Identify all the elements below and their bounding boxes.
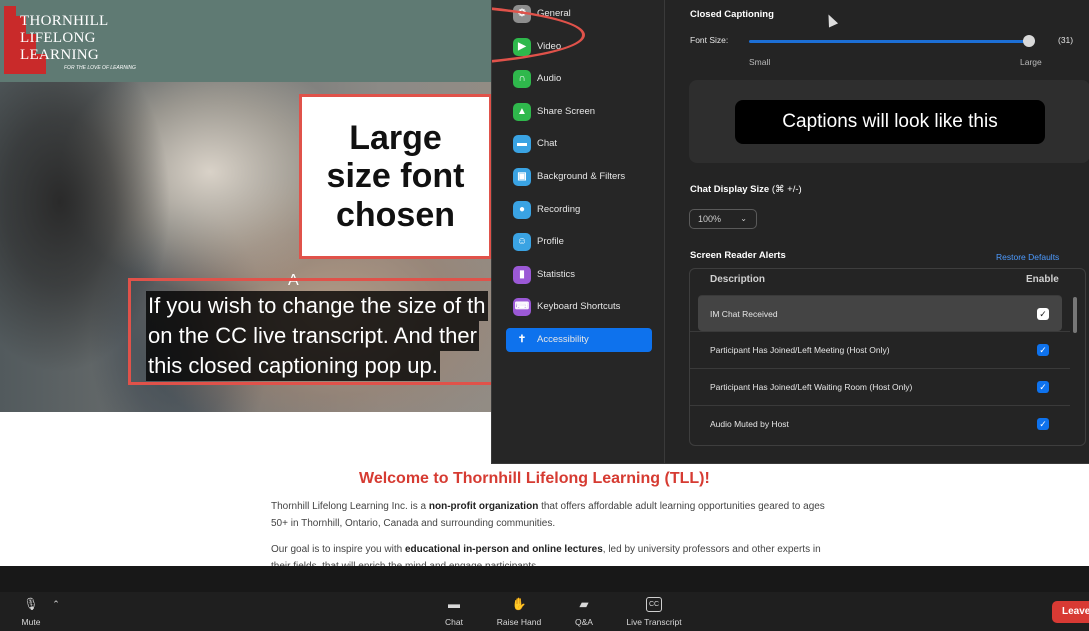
sidebar-item-audio[interactable]: ∩ Audio [506, 67, 652, 91]
live-caption-overlay: If you wish to change the size of th on … [128, 278, 494, 385]
screen-reader-alerts-heading: Screen Reader Alerts [690, 250, 786, 261]
sidebar-item-label: Audio [537, 73, 562, 85]
background-icon: ▣ [513, 168, 531, 186]
closed-captioning-heading: Closed Captioning [690, 9, 774, 20]
font-size-large-label: Large [1020, 57, 1042, 67]
recording-icon: ● [513, 200, 531, 219]
callout-text: Large size font chosen [326, 119, 465, 234]
table-row: Audio Muted by Host ✓ [690, 405, 1070, 441]
microphone-icon: 🎙 [23, 597, 39, 611]
column-header-enable: Enable [1026, 274, 1059, 285]
sidebar-item-background-filters[interactable]: ▣ Background & Filters [506, 165, 652, 189]
enable-checkbox[interactable]: ✓ [1037, 344, 1049, 356]
caption-line: this closed captioning pop up. [146, 351, 440, 381]
restore-defaults-link[interactable]: Restore Defaults [996, 252, 1059, 262]
settings-window: ⚙ General ▶ Video ∩ Audio ▲ Share Screen ▬ Chat ▣ B… [491, 0, 1089, 464]
welcome-heading: Welcome to Thornhill Lifelong Learning (… [359, 470, 710, 487]
screen-reader-alerts-table: Description Enable IM Chat Received ✓ Part… [689, 268, 1086, 446]
chat-icon: ▬ [513, 135, 531, 154]
leave-button[interactable]: Leave [1052, 601, 1089, 623]
font-size-small-label: Small [749, 57, 771, 67]
sidebar-item-chat[interactable]: ▬ Chat [506, 132, 652, 156]
chevron-up-icon: ⌃ [52, 599, 60, 609]
table-row: Participant Has Joined/Left Waiting Room… [690, 368, 1070, 404]
alert-description: Participant Has Joined/Left Waiting Room… [710, 382, 913, 392]
logo-line-2: LIFELONG [20, 30, 96, 46]
table-row: Participant Has Joined/Left Meeting (Hos… [690, 331, 1070, 367]
caption-preview: Captions will look like this [689, 80, 1089, 163]
keyboard-icon: ⌨ [513, 298, 531, 317]
sidebar-item-label: Profile [537, 236, 564, 248]
enable-checkbox[interactable]: ✓ [1037, 381, 1049, 393]
audio-options-button[interactable]: ⌃ [48, 592, 64, 631]
sidebar-item-label: Recording [537, 203, 581, 215]
logo-tagline: FOR THE LOVE OF LEARNING [64, 65, 136, 71]
live-transcript-button[interactable]: CC Live Transcript [618, 592, 690, 631]
table-row: IM Chat Received ✓ [698, 295, 1062, 331]
font-size-value: (31) [1058, 35, 1074, 45]
sidebar-item-label: Accessibility [537, 334, 589, 345]
table-scrollbar[interactable] [1073, 297, 1077, 333]
chat-display-size-select[interactable]: 100% ⌄ [689, 209, 757, 229]
sidebar-item-label: Share Screen [537, 105, 596, 117]
meeting-background [0, 566, 1089, 592]
sidebar-item-statistics[interactable]: ▮ Statistics [506, 263, 652, 287]
profile-icon: ☺ [513, 233, 531, 252]
logo-line-1: THORNHILL [20, 13, 109, 29]
caption-line: If you wish to change the size of th [146, 291, 488, 321]
chat-button[interactable]: ▬ Chat [436, 592, 472, 631]
sidebar-item-label: Background & Filters [537, 171, 626, 182]
zoom-meeting-window: THORNHILL LIFELONG LEARNING FOR THE LOVE… [0, 0, 1089, 631]
intro-paragraph: Thornhill Lifelong Learning Inc. is a no… [271, 501, 825, 529]
sidebar-item-label: Statistics [537, 268, 576, 280]
qa-icon: ▰ [579, 597, 589, 611]
meeting-toolbar: 🎙 Mute ⌃ ▬ Chat ✋ Raise Hand ▰ Q&A CC Li… [0, 592, 1089, 631]
alert-description: IM Chat Received [710, 309, 778, 319]
headphones-icon: ∩ [513, 70, 531, 89]
chevron-down-icon: ⌄ [740, 214, 747, 223]
chat-display-size-label: Chat Display Size (⌘ +/-) [690, 184, 802, 195]
annotation-callout: Large size font chosen [299, 94, 492, 259]
sidebar-item-recording[interactable]: ● Recording [506, 198, 652, 222]
caption-line: on the CC live transcript. And ther [146, 321, 479, 351]
enable-checkbox[interactable]: ✓ [1037, 418, 1049, 430]
accessibility-icon: ✝ [517, 334, 527, 345]
caption-preview-text: Captions will look like this [735, 100, 1045, 144]
font-size-slider[interactable] [749, 40, 1035, 43]
sidebar-item-label: Chat [537, 138, 558, 150]
qa-button[interactable]: ▰ Q&A [566, 592, 602, 631]
column-header-description: Description [710, 274, 766, 285]
mute-button[interactable]: 🎙 Mute [14, 592, 48, 631]
share-screen-icon: ▲ [513, 102, 531, 121]
accessibility-panel: Closed Captioning Font Size: (31) Small … [666, 0, 1089, 463]
enable-checkbox[interactable]: ✓ [1037, 308, 1049, 320]
alert-description: Audio Muted by Host [710, 419, 789, 429]
sidebar-item-profile[interactable]: ☺ Profile [506, 230, 652, 254]
settings-sidebar: ⚙ General ▶ Video ∩ Audio ▲ Share Screen ▬ Chat ▣ B… [492, 0, 665, 463]
chat-icon: ▬ [448, 597, 460, 611]
font-size-label: Font Size: [690, 35, 729, 45]
chat-display-size-value: 100% [698, 214, 722, 224]
goal-paragraph: Our goal is to inspire you with educatio… [271, 544, 821, 566]
alert-description: Participant Has Joined/Left Meeting (Hos… [710, 345, 890, 355]
font-size-slider-thumb[interactable] [1023, 35, 1036, 47]
sidebar-item-accessibility[interactable]: ✝ Accessibility [506, 328, 652, 352]
statistics-icon: ▮ [513, 265, 531, 284]
sidebar-item-label: Keyboard Shortcuts [537, 301, 621, 313]
raise-hand-button[interactable]: ✋ Raise Hand [490, 592, 548, 631]
logo-line-3: LEARNING [20, 47, 100, 63]
closed-caption-icon: CC [646, 597, 662, 612]
sidebar-item-keyboard-shortcuts[interactable]: ⌨ Keyboard Shortcuts [506, 295, 652, 319]
tll-logo[interactable]: THORNHILL LIFELONG LEARNING FOR THE LOVE… [4, 6, 146, 74]
sidebar-item-share-screen[interactable]: ▲ Share Screen [506, 100, 652, 124]
hand-icon: ✋ [511, 597, 527, 611]
